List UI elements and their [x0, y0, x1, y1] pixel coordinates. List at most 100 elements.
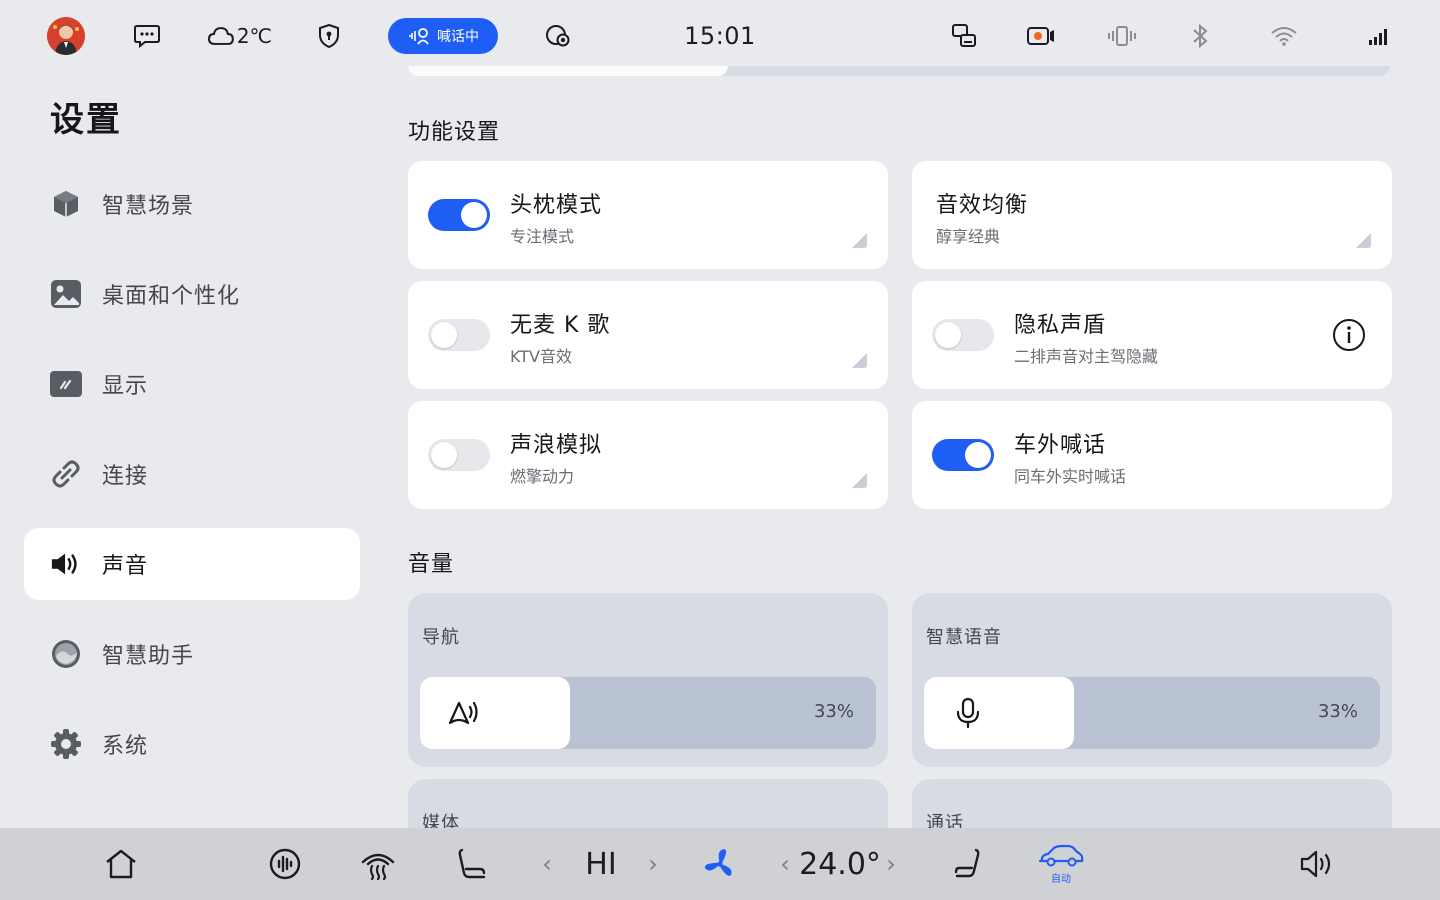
sidebar-item-system[interactable]: 系统	[24, 708, 360, 780]
chat-bubble-icon	[134, 25, 160, 49]
toggle-knob	[461, 202, 487, 228]
card-karaoke[interactable]: 无麦 K 歌 KTV音效	[408, 281, 888, 389]
home-icon	[106, 849, 136, 879]
screen-mirror-button[interactable]	[948, 18, 980, 54]
karaoke-toggle[interactable]	[428, 319, 490, 351]
temp-decrease-button[interactable]: ‹	[774, 846, 796, 882]
card-privacy-shield[interactable]: 隐私声盾 二排声音对主驾隐藏	[912, 281, 1392, 389]
slider-fill	[420, 677, 571, 749]
toggle-knob	[935, 322, 961, 348]
toggle-knob	[431, 442, 457, 468]
expand-corner-icon[interactable]	[1354, 231, 1372, 249]
image-icon	[50, 278, 82, 310]
avatar-icon	[47, 17, 85, 55]
auto-climate-button[interactable]: 自动	[1036, 842, 1086, 886]
sidebar-item-label: 智慧助手	[102, 644, 195, 669]
cloud-icon	[208, 27, 234, 45]
card-title: 音效均衡	[936, 193, 1029, 218]
driving-record-button[interactable]	[542, 18, 574, 54]
privacy-shield-toggle[interactable]	[932, 319, 994, 351]
message-button[interactable]	[130, 18, 164, 54]
vibrate-icon	[1108, 26, 1136, 46]
speaker-icon	[50, 548, 82, 580]
card-subtitle: 二排声音对主驾隐藏	[1014, 347, 1159, 366]
status-bar: 2℃ 喊话中 15:01	[0, 0, 1440, 72]
headrest-mode-toggle[interactable]	[428, 199, 490, 231]
user-avatar[interactable]	[47, 17, 85, 55]
display-icon	[50, 368, 82, 400]
camera-record-icon	[1027, 27, 1054, 45]
sidebar-item-desktop[interactable]: 桌面和个性化	[24, 258, 360, 330]
scroll-thumb	[408, 66, 728, 76]
sidebar-item-smart-scene[interactable]: 智慧场景	[24, 168, 360, 240]
card-title: 车外喊话	[1014, 433, 1107, 458]
sidebar-item-sound[interactable]: 声音	[24, 528, 360, 600]
chevron-right-icon: ›	[886, 850, 896, 878]
shield-icon	[319, 23, 339, 49]
expand-corner-icon[interactable]	[850, 351, 868, 369]
card-sound-equalizer[interactable]: 音效均衡 醇享经典	[912, 161, 1392, 269]
toggle-knob	[431, 322, 457, 348]
chevron-left-icon: ‹	[542, 850, 552, 878]
card-title: 头枕模式	[510, 193, 603, 218]
section-title-volume: 音量	[408, 552, 455, 577]
seat-button[interactable]	[452, 846, 490, 882]
card-subtitle: 醇享经典	[936, 227, 1001, 246]
shout-status-pill[interactable]: 喊话中	[388, 18, 498, 54]
volume-percent: 33%	[1317, 701, 1358, 722]
sidebar-item-label: 桌面和个性化	[102, 284, 241, 309]
volume-button[interactable]	[1298, 846, 1338, 882]
volume-percent: 33%	[813, 701, 854, 722]
temp-increase-button[interactable]: ›	[880, 846, 902, 882]
wifi-button[interactable]	[1268, 18, 1300, 54]
sidebar-item-label: 系统	[102, 734, 149, 759]
sidebar-item-label: 连接	[102, 464, 149, 489]
weather-temperature: 2℃	[236, 24, 272, 48]
sidebar-item-assistant[interactable]: 智慧助手	[24, 618, 360, 690]
card-subtitle: 专注模式	[510, 227, 575, 246]
seat-side-icon	[954, 848, 980, 878]
dashcam-button[interactable]	[1024, 18, 1058, 54]
sidebar-item-display[interactable]: 显示	[24, 348, 360, 420]
card-external-shout[interactable]: 车外喊话 同车外实时喊话	[912, 401, 1392, 509]
screen-switch-icon	[952, 24, 976, 47]
home-button[interactable]	[102, 846, 140, 882]
expand-corner-icon[interactable]	[850, 471, 868, 489]
sidebar-item-label: 显示	[102, 374, 149, 399]
shout-wave-icon	[409, 28, 429, 45]
external-shout-toggle[interactable]	[932, 439, 994, 471]
navigation-voice-icon	[448, 701, 478, 725]
shout-status-label: 喊话中	[437, 29, 479, 45]
weather-widget[interactable]: 2℃	[208, 18, 272, 54]
security-button[interactable]	[314, 18, 344, 54]
sidebar-item-label: 智慧场景	[102, 194, 195, 219]
expand-corner-icon[interactable]	[850, 231, 868, 249]
rear-defrost-button[interactable]	[358, 846, 398, 882]
settings-nav: 智慧场景 桌面和个性化 显示 连接 声音 智慧助手 系统	[24, 168, 360, 798]
sidebar-item-connection[interactable]: 连接	[24, 438, 360, 510]
cellular-signal	[1364, 18, 1394, 54]
vibrate-button[interactable]	[1104, 18, 1140, 54]
fan-speed-value: HI	[585, 846, 617, 882]
card-sound-wave-simulation[interactable]: 声浪模拟 燃擎动力	[408, 401, 888, 509]
slider-fill	[924, 677, 1075, 749]
fan-button[interactable]	[700, 846, 740, 882]
seat-heating-button[interactable]	[950, 846, 988, 882]
car-auto-icon	[1038, 844, 1084, 867]
sound-wave-toggle[interactable]	[428, 439, 490, 471]
info-icon[interactable]	[1332, 318, 1366, 352]
microphone-icon	[956, 697, 980, 729]
card-headrest-mode[interactable]: 头枕模式 专注模式	[408, 161, 888, 269]
page-title: 设置	[50, 100, 122, 140]
volume-card-navigation: 导航 33%	[408, 593, 888, 767]
fan-increase-button[interactable]: ›	[642, 846, 664, 882]
voice-assistant-button[interactable]	[266, 846, 304, 882]
navigation-volume-slider[interactable]: 33%	[420, 677, 876, 749]
signal-bars-icon	[1369, 29, 1387, 45]
wifi-icon	[1271, 27, 1297, 46]
bluetooth-button[interactable]	[1186, 18, 1214, 54]
fan-decrease-button[interactable]: ‹	[536, 846, 558, 882]
volume-label: 导航	[422, 627, 460, 648]
sidebar-item-label: 声音	[102, 554, 149, 579]
smart-voice-volume-slider[interactable]: 33%	[924, 677, 1380, 749]
